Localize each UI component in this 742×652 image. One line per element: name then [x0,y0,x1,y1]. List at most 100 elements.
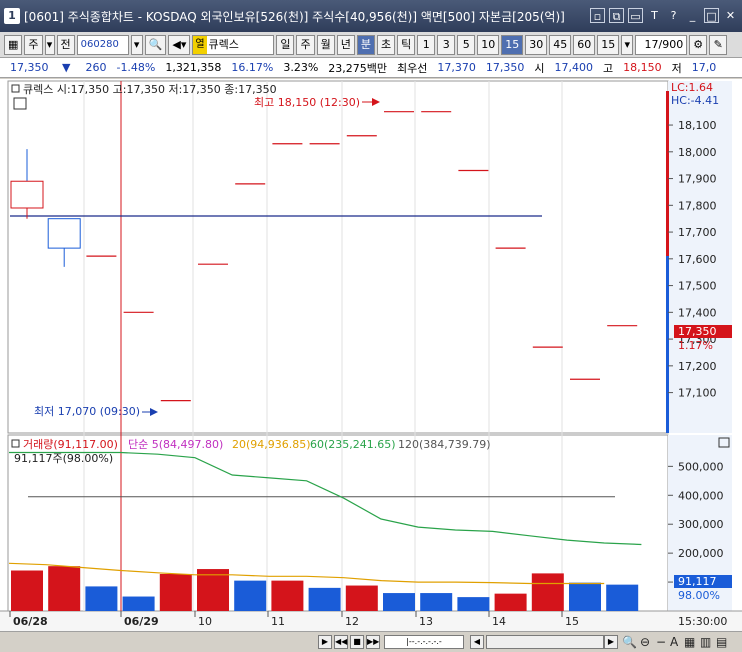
price-tick-label: 17,500 [678,280,717,293]
stock-name: 큐렉스 [208,37,239,51]
ma120-legend: 120(384,739.79) [398,438,491,451]
volume-tick-label: 400,000 [678,489,724,502]
min-annotation: 최저 17,070 (09:30) [34,405,140,418]
period-tick[interactable]: 틱 [397,34,416,55]
zoom-icon[interactable]: 🔍 [622,634,637,650]
grid-icon[interactable]: ▦ [684,634,695,650]
interval-3[interactable]: 3 [437,34,456,55]
x-axis-label: 12 [345,615,359,628]
volume-bar [420,593,453,611]
volume-bar [345,585,378,611]
code-input[interactable]: 060280 [76,34,129,55]
interval-input[interactable]: 15 [597,34,620,55]
zoom-slider[interactable]: |--.-.-.-.-.- [384,635,464,649]
period-month[interactable]: 월 [316,34,335,55]
current-volume-label: 91,117 [678,575,717,588]
cascade-icon[interactable]: ⧉ [609,8,624,23]
price-tick-label: 17,200 [678,360,717,373]
minus-icon[interactable]: − [656,634,666,650]
toolbar: ▦ 주 ▾ 전 060280 ▾ 🔍 ◀▾ 열 큐렉스 일 주 월 년 분 초 틱… [0,32,742,58]
period-day[interactable]: 일 [276,34,295,55]
period-year[interactable]: 년 [336,34,355,55]
quote-pref-label: 최우선 [397,61,428,75]
price-tick-label: 18,000 [678,146,717,159]
tools-icon[interactable]: ✎ [709,34,728,55]
quote-change: 260 [85,61,107,74]
price-tick-label: 17,800 [678,199,717,212]
volume-bar [271,580,304,611]
quote-pref-ask: 17,370 [437,61,476,74]
x-axis-label: 15 [565,615,579,628]
interval-1[interactable]: 1 [417,34,436,55]
code-dropdown-icon[interactable]: ▾ [130,34,143,55]
x-axis-label: 06/28 [13,615,48,628]
ma5-legend: 단순 5(84,497.80) [128,438,223,451]
quote-pref-bid: 17,350 [485,61,525,74]
volume-tick-label: 200,000 [678,547,724,560]
help-icon[interactable]: ? [666,8,681,23]
scroll-right-end-button[interactable]: ▶ [604,635,618,649]
x-axis-pane [0,611,742,631]
chart-area[interactable]: 큐렉스 시:17,350 고:17,350 저:17,350 종:17,350 … [0,79,742,631]
zoom-out-icon[interactable]: ⊖ [640,634,650,650]
print-icon[interactable]: ▤ [716,634,727,650]
x-axis-label: 06/29 [124,615,159,628]
lc-bar [666,91,669,256]
period-minute[interactable]: 분 [356,34,375,55]
ma20-legend: 20(94,936.85) [232,438,311,451]
current-volume-pct: 98.00% [678,589,720,602]
current-price-pct: 1.17% [678,339,713,352]
title-bar: 1 [0601] 주식종합차트 - KOSDAQ 외국인보유[526(천)] 주… [0,0,742,32]
scroll-first-button[interactable]: ◀◀ [334,635,348,649]
lc-label: LC:1.64 [671,81,713,94]
interval-dropdown-icon[interactable]: ▾ [621,34,634,55]
volume-bar [48,566,81,611]
volume-bar [494,593,527,611]
maximize-icon[interactable]: □ [704,8,719,23]
hc-bar [666,256,669,433]
settings-icon[interactable]: ⚙ [689,34,708,55]
window-icon[interactable]: ▭ [628,8,643,23]
interval-10[interactable]: 10 [477,34,500,55]
volume-bar [457,597,490,611]
tile-icon[interactable]: ▥ [700,634,711,650]
interval-15[interactable]: 15 [501,34,524,55]
interval-45[interactable]: 45 [549,34,572,55]
interval-60[interactable]: 60 [573,34,596,55]
interval-30[interactable]: 30 [525,34,548,55]
quote-high-label: 고 [603,61,614,75]
sound-icon[interactable]: ◀▾ [168,34,191,55]
quote-rate1: 16.17% [231,61,274,74]
scroll-track[interactable] [486,635,604,649]
period-second[interactable]: 초 [376,34,396,55]
current-price-label: 17,350 [678,325,717,338]
scroll-left-button[interactable]: ◀ [470,635,484,649]
minimize-icon[interactable]: _ [685,8,700,23]
count-input[interactable]: 17/900 [635,34,688,55]
price-value: 17,350 [10,61,49,74]
restore-icon[interactable]: ▫ [590,8,605,23]
quote-amount: 23,275백만 [328,61,388,75]
all-button[interactable]: 전 [56,34,75,55]
scroll-last-button[interactable]: ▶▶ [366,635,380,649]
font-icon[interactable]: T [647,8,662,23]
window-number-icon: 1 [4,8,20,24]
price-tick-label: 18,100 [678,119,717,132]
close-icon[interactable]: ✕ [723,8,738,23]
search-icon[interactable]: 🔍 [144,34,167,55]
market-select[interactable]: 주 [24,34,43,55]
candle-body [10,180,44,209]
period-week[interactable]: 주 [296,34,315,55]
title-buttons: ▫ ⧉ ▭ T ? _ □ ✕ [590,8,738,23]
grid-menu-icon[interactable]: ▦ [4,34,23,55]
stop-button[interactable]: ■ [350,635,364,649]
plus-font-icon[interactable]: A [670,634,678,650]
volume-tick-label: 500,000 [678,460,724,473]
scroll-right-button[interactable]: ▶ [318,635,332,649]
volume-bar [569,582,601,611]
market-dropdown-icon[interactable]: ▾ [44,34,55,55]
name-field[interactable]: 열 큐렉스 [192,34,275,55]
chart-svg[interactable]: 큐렉스 시:17,350 고:17,350 저:17,350 종:17,350 … [0,79,742,631]
interval-5[interactable]: 5 [457,34,476,55]
ma60-legend: 60(235,241.65) [310,438,396,451]
